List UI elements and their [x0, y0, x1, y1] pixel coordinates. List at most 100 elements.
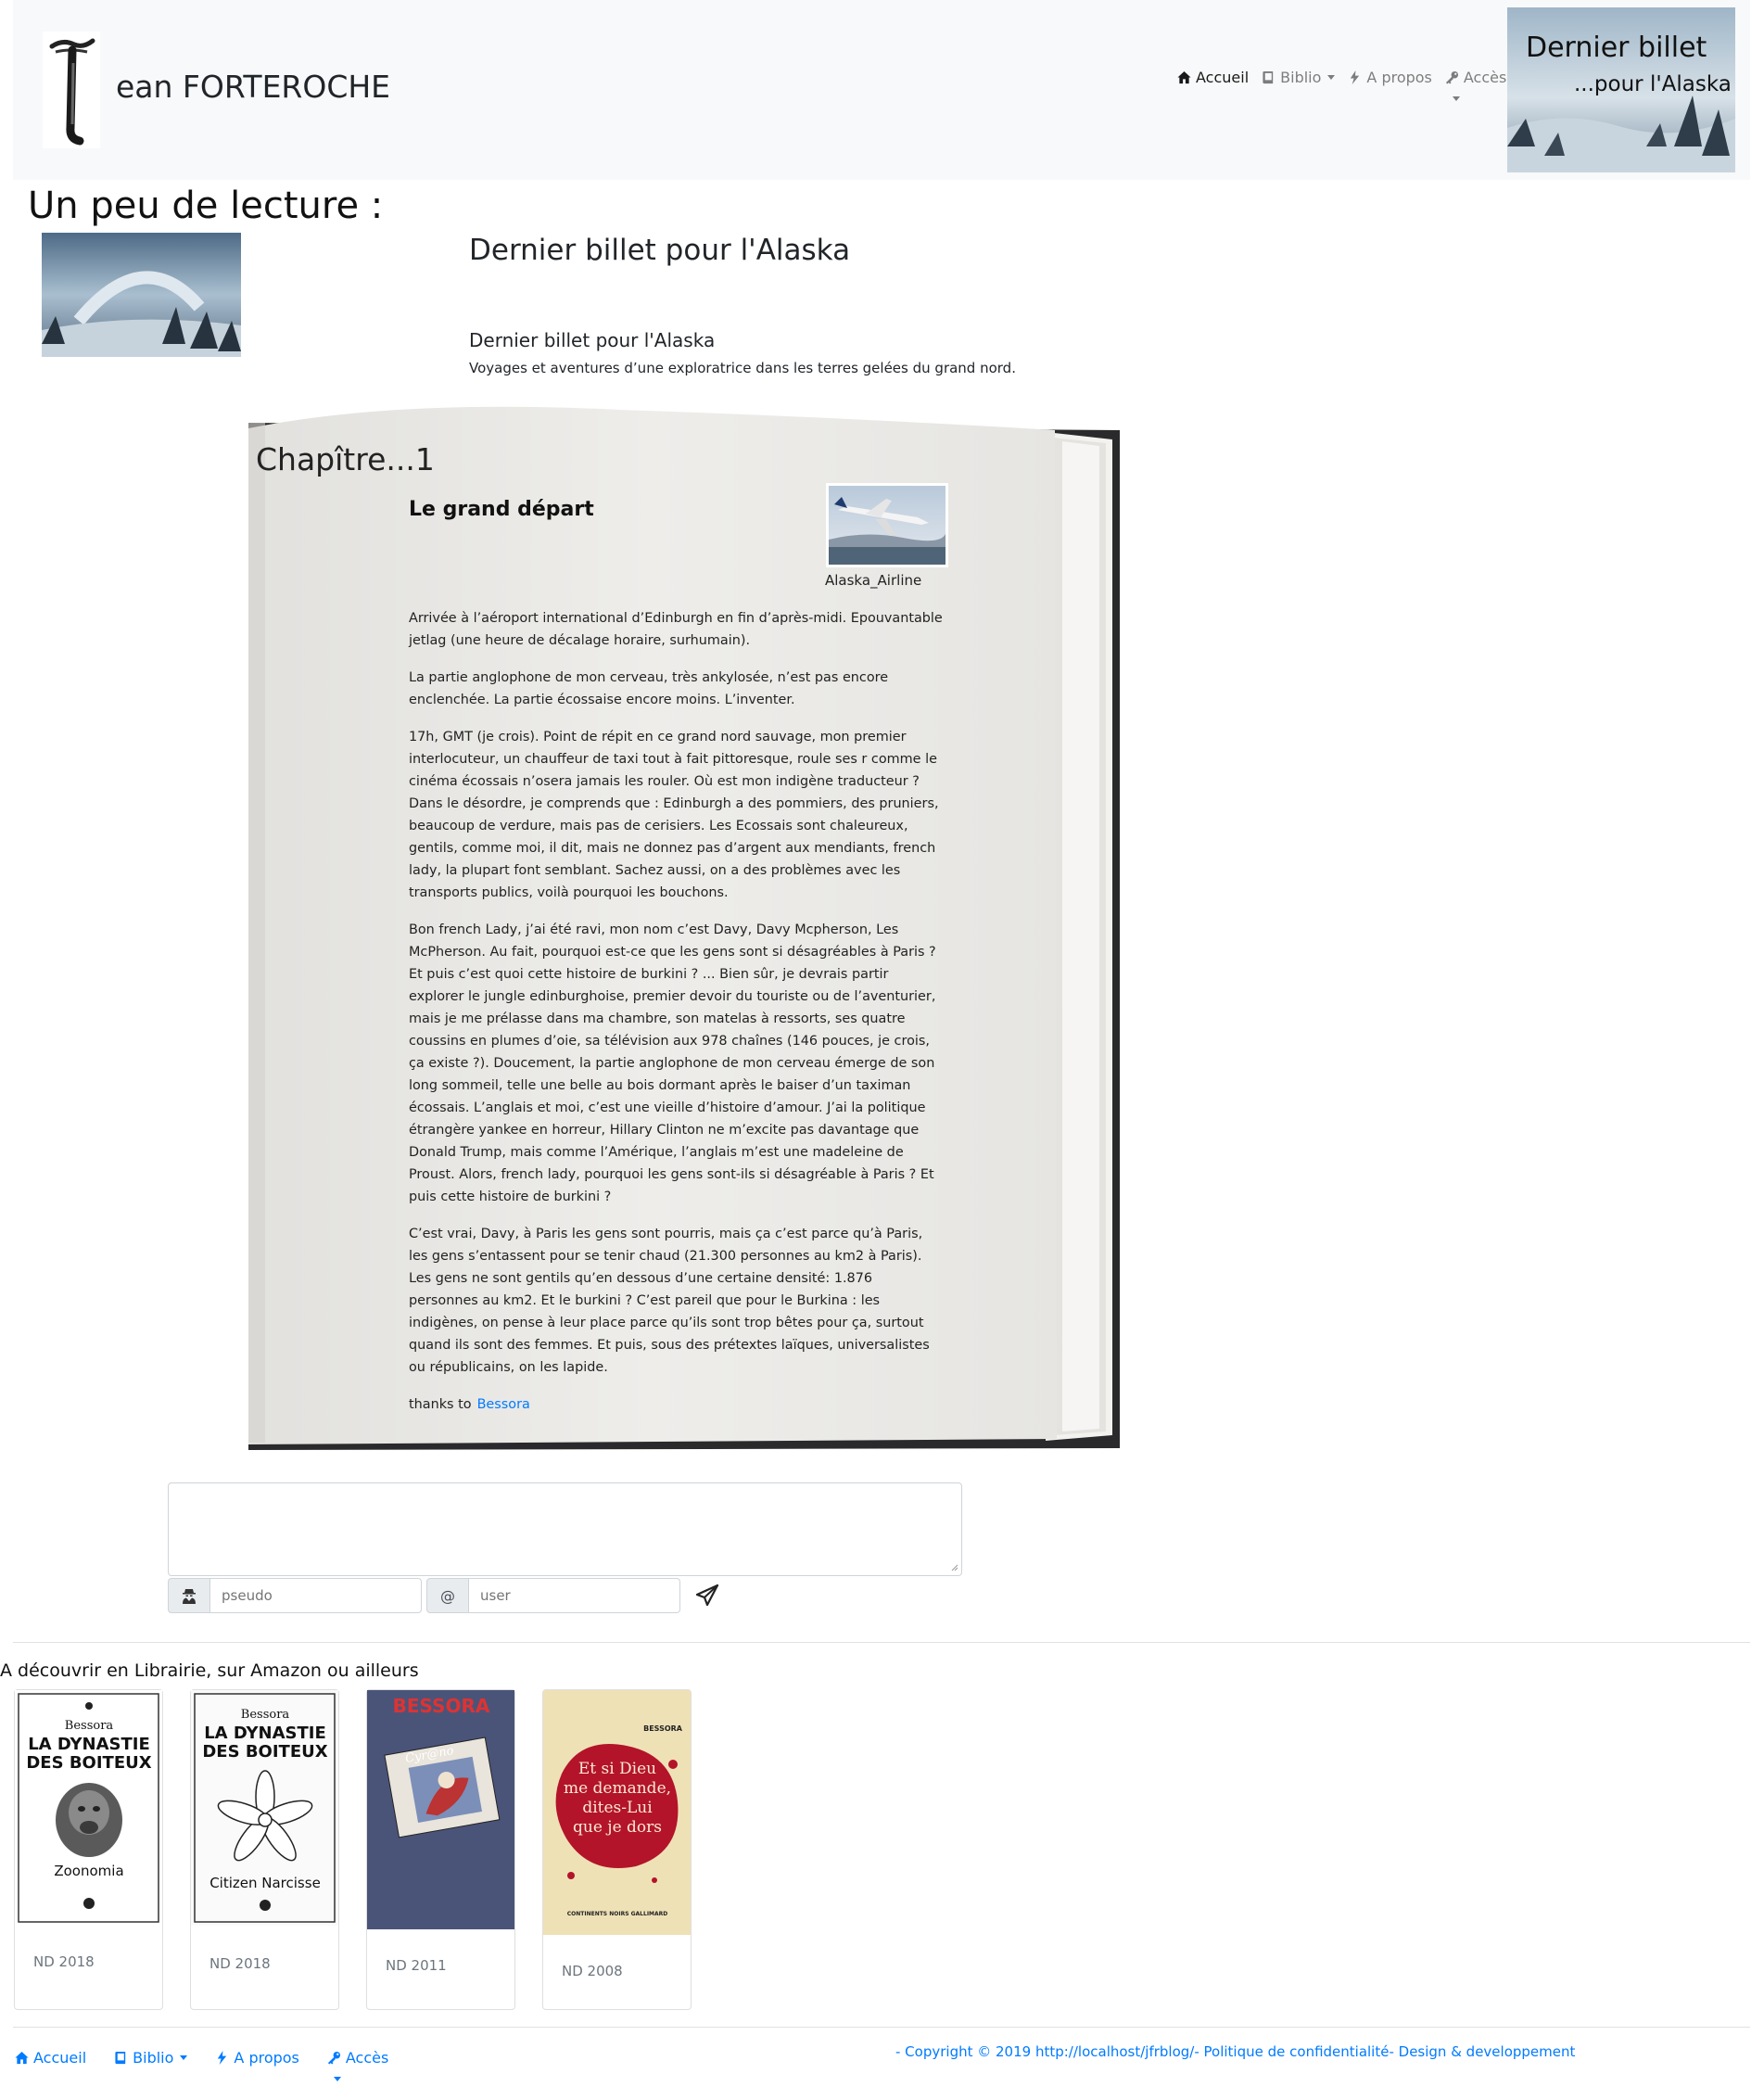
- nav-about-label: A propos: [1366, 69, 1432, 86]
- book-thumbnail[interactable]: [42, 233, 241, 357]
- book-icon: [1263, 70, 1274, 84]
- nav-biblio-label: Biblio: [1280, 69, 1322, 86]
- book-cover-image: BESSORA Et si Dieu me demande, dites-Lui…: [543, 1690, 691, 1935]
- article-paragraph: C’est vrai, Davy, à Paris les gens sont …: [409, 1227, 930, 1375]
- chevron-down-icon: [333, 2077, 341, 2081]
- header-banner[interactable]: Dernier billet ...pour l'Alaska: [1507, 7, 1735, 172]
- key-icon: [1445, 70, 1458, 84]
- footer-nav-about[interactable]: A propos: [215, 2049, 299, 2067]
- main-nav: Accueil Biblio A propos Accès: [1177, 69, 1507, 101]
- nav-biblio[interactable]: Biblio: [1262, 69, 1336, 86]
- cover-title-line: Et si Dieu: [578, 1760, 656, 1778]
- cover-author: BESSORA: [393, 1695, 490, 1717]
- nav-home-label: Accueil: [1196, 69, 1250, 86]
- library-book-card[interactable]: BESSORA Et si Dieu me demande, dites-Lui…: [542, 1689, 692, 2010]
- cover-author: Bessora: [241, 1708, 290, 1722]
- thanks-prefix: thanks to: [409, 1397, 472, 1412]
- cover-title-line: me demande,: [564, 1779, 671, 1798]
- footer-nav-home-label: Accueil: [33, 2049, 87, 2067]
- cover-subtitle: Citizen Narcisse: [209, 1875, 321, 1891]
- nav-about[interactable]: A propos: [1348, 69, 1432, 86]
- library-title: A découvrir en Librairie, sur Amazon ou …: [0, 1660, 419, 1681]
- pseudo-input[interactable]: [210, 1578, 422, 1613]
- book-date: ND 2018: [209, 1955, 271, 1972]
- book-cover-image: Bessora LA DYNASTIE DES BOITEUX Zoonomia: [15, 1690, 162, 1926]
- footer-nav-biblio[interactable]: Biblio: [114, 2049, 188, 2067]
- article-image[interactable]: [826, 483, 948, 567]
- book-cover: BESSORA Cyr@no: [367, 1690, 514, 1929]
- alaska-thumbnail-image: [42, 233, 241, 357]
- footer-nav-home[interactable]: Accueil: [15, 2049, 86, 2067]
- cover-title-line: DES BOITEUX: [202, 1742, 327, 1762]
- footer-nav-biblio-label: Biblio: [133, 2049, 174, 2067]
- copyright-text[interactable]: - Copyright © 2019 http://localhost/jfrb…: [895, 2043, 1575, 2060]
- book-subtitle: Dernier billet pour l'Alaska: [469, 329, 716, 351]
- library-book-card[interactable]: Bessora LA DYNASTIE DES BOITEUX Citizen …: [190, 1689, 339, 2010]
- book-cover: Bessora LA DYNASTIE DES BOITEUX Citizen …: [191, 1690, 338, 1926]
- chapter-label: Chapître...1: [256, 441, 435, 477]
- cover-subtitle: Zoonomia: [54, 1863, 123, 1879]
- footer-nav: Accueil Biblio A propos Accès: [15, 2049, 389, 2081]
- nav-access-label: Accès: [1463, 69, 1507, 86]
- user-input[interactable]: [469, 1578, 680, 1613]
- footer-nav-access-label: Accès: [345, 2049, 389, 2067]
- article-title: Le grand départ: [409, 498, 594, 521]
- book-date: ND 2011: [386, 1957, 447, 1974]
- section-divider: [13, 1642, 1750, 1643]
- site-header: ean FORTEROCHE Accueil Biblio A propos A…: [13, 0, 1750, 180]
- banner-line-1: Dernier billet: [1526, 32, 1707, 64]
- site-logo[interactable]: [43, 32, 100, 148]
- home-icon: [1177, 70, 1191, 84]
- home-icon: [15, 2051, 29, 2065]
- book-cover-image: BESSORA Cyr@no: [367, 1690, 514, 1929]
- book-date: ND 2018: [33, 1953, 95, 1970]
- footer-divider: [13, 2027, 1750, 2028]
- site-title[interactable]: ean FORTEROCHE: [116, 69, 390, 105]
- book-cover-image: Bessora LA DYNASTIE DES BOITEUX Citizen …: [191, 1690, 338, 1926]
- book-cover: Bessora LA DYNASTIE DES BOITEUX Zoonomia: [15, 1690, 162, 1926]
- pseudo-addon: [168, 1578, 210, 1613]
- cover-author: BESSORA: [643, 1724, 683, 1733]
- article-body: Arrivée à l’aéroport international d’Edi…: [409, 607, 945, 1431]
- chevron-down-icon: [180, 2055, 188, 2060]
- library-book-card[interactable]: Bessora LA DYNASTIE DES BOITEUX Zoonomia…: [14, 1689, 163, 2010]
- nav-access[interactable]: Accès: [1445, 69, 1507, 101]
- article-paragraph: La partie anglophone de mon cerveau, trè…: [409, 670, 889, 707]
- book-cover: BESSORA Et si Dieu me demande, dites-Lui…: [543, 1690, 691, 1935]
- nav-home[interactable]: Accueil: [1177, 69, 1249, 86]
- thanks-author-link[interactable]: Bessora: [477, 1397, 530, 1412]
- cover-title-line: LA DYNASTIE: [204, 1724, 326, 1743]
- logo-j-glyph: [49, 38, 95, 146]
- bolt-icon: [1351, 70, 1360, 84]
- comment-textarea[interactable]: [168, 1482, 962, 1576]
- paper-plane-icon: [695, 1584, 719, 1607]
- bolt-icon: [218, 2051, 227, 2065]
- library-book-card[interactable]: BESSORA Cyr@no ND 2011: [366, 1689, 515, 2010]
- chevron-down-icon: [1452, 96, 1460, 101]
- cover-title-line: que je dors: [573, 1818, 662, 1837]
- section-title: Un peu de lecture :: [28, 184, 384, 227]
- user-secret-icon: [183, 1589, 196, 1604]
- book-description: Voyages et aventures d’une exploratrice …: [469, 360, 1016, 376]
- book-title: Dernier billet pour l'Alaska: [469, 234, 851, 267]
- key-icon: [327, 2051, 340, 2065]
- cover-title-line: dites-Lui: [582, 1799, 653, 1817]
- send-comment-button[interactable]: [692, 1580, 723, 1611]
- footer-nav-about-label: A propos: [234, 2049, 299, 2067]
- article-image-caption: Alaska_Airline: [825, 572, 922, 589]
- pseudo-input-group: [168, 1578, 422, 1613]
- article-paragraph: Bon french Lady, j’ai été ravi, mon nom …: [409, 922, 936, 1204]
- cover-author: Bessora: [65, 1719, 114, 1733]
- article-paragraph: 17h, GMT (je crois). Point de répit en c…: [409, 730, 939, 900]
- cover-title-line: LA DYNASTIE: [28, 1735, 150, 1754]
- article-paragraph: Arrivée à l’aéroport international d’Edi…: [409, 611, 943, 648]
- cover-title-line: DES BOITEUX: [26, 1753, 151, 1773]
- chevron-down-icon: [1327, 75, 1336, 80]
- banner-line-2: ...pour l'Alaska: [1574, 72, 1732, 96]
- book-icon: [115, 2051, 126, 2065]
- airplane-photo: [829, 486, 945, 565]
- article-thanks: thanks to Bessora: [409, 1393, 945, 1416]
- book-date: ND 2008: [562, 1963, 623, 1979]
- user-input-group: @: [426, 1578, 680, 1613]
- footer-nav-access[interactable]: Accès: [327, 2049, 389, 2081]
